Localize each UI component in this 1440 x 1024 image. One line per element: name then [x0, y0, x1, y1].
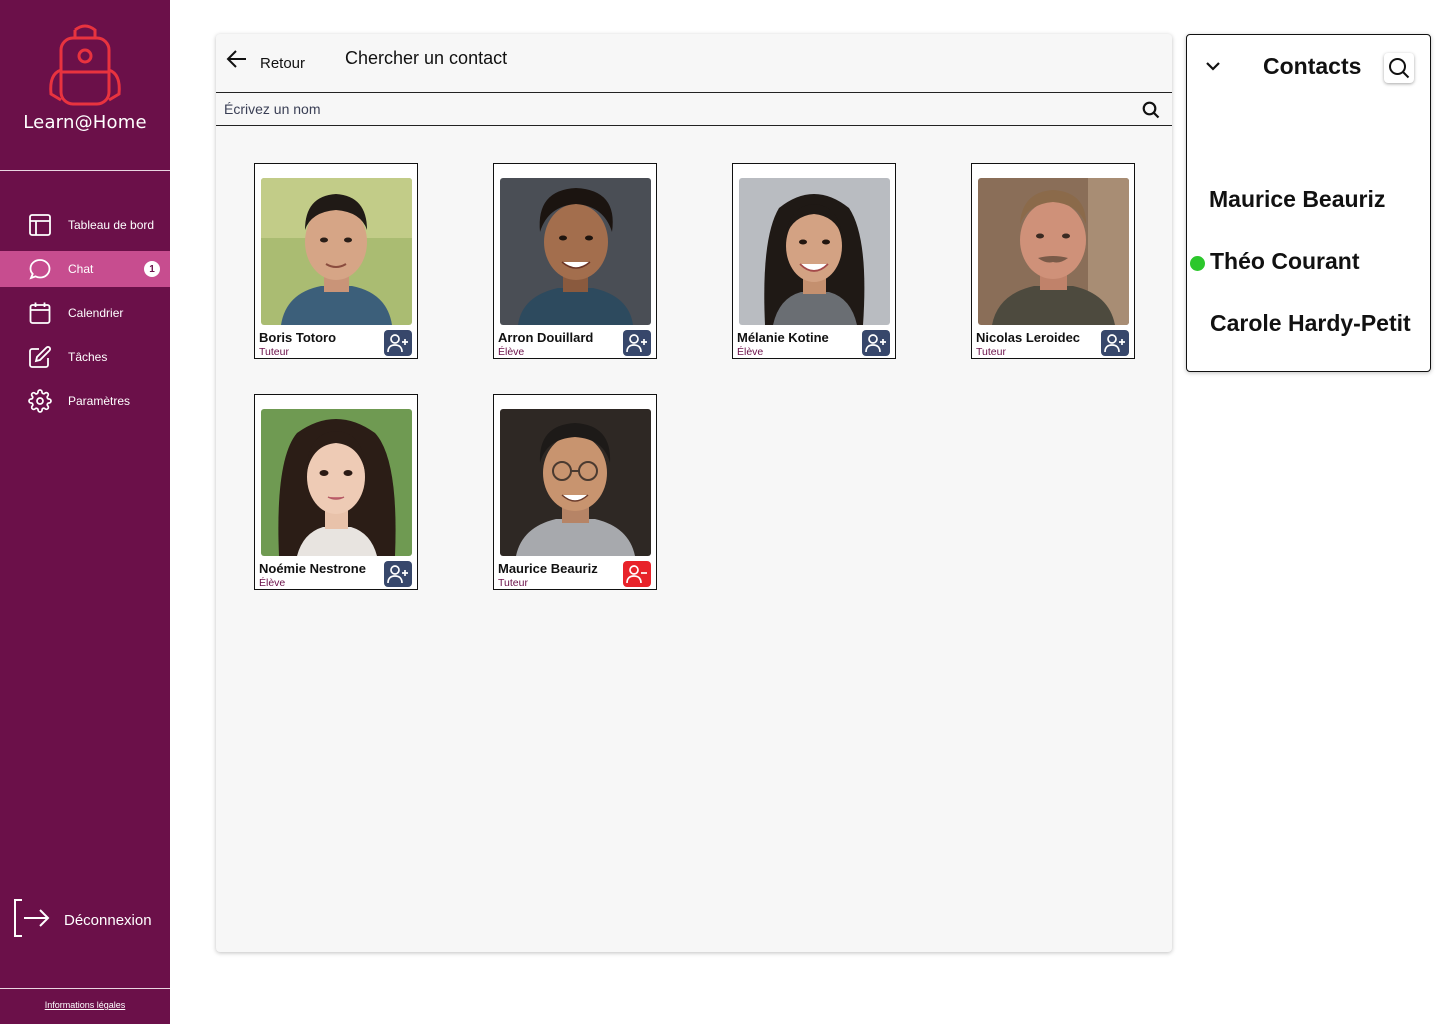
contact-role: Élève	[498, 346, 525, 358]
contact-card[interactable]: Noémie Nestrone Élève	[254, 394, 418, 590]
contact-card[interactable]: Arron Douillard Élève	[493, 163, 657, 359]
avatar-photo	[261, 409, 412, 556]
contact-name: Maurice Beauriz	[498, 561, 598, 576]
avatar-photo	[500, 409, 651, 556]
page-title: Chercher un contact	[345, 48, 508, 68]
online-status-dot	[1190, 256, 1205, 271]
contact-role: Élève	[737, 346, 764, 358]
backpack-icon	[49, 24, 121, 106]
add-contact-button[interactable]	[384, 330, 412, 356]
unread-badge: 1	[144, 261, 160, 277]
contact-role: Élève	[259, 577, 286, 589]
contact-name: Noémie Nestrone	[259, 561, 366, 576]
dashboard-icon	[28, 213, 52, 237]
sidebar: Learn@Home Tableau de bord Chat 1 Calend…	[0, 0, 170, 1024]
sidebar-item-label: Chat	[68, 262, 94, 276]
contact-name: Nicolas Leroidec	[976, 330, 1081, 345]
avatar-photo	[261, 178, 412, 325]
search-bar	[216, 92, 1172, 126]
sidebar-item-label: Paramètres	[68, 394, 131, 408]
avatar-photo	[500, 178, 651, 325]
search-input[interactable]	[224, 97, 1124, 121]
divider	[0, 170, 170, 171]
arrow-left-icon	[226, 48, 248, 75]
user-plus-icon	[387, 334, 408, 353]
user-plus-icon	[865, 334, 886, 353]
avatar-photo	[978, 178, 1129, 325]
user-plus-icon	[387, 565, 408, 584]
contacts-title: Contacts	[1263, 53, 1362, 79]
edit-icon	[28, 345, 52, 369]
contact-name: Boris Totoro	[259, 330, 337, 345]
sidebar-item-label: Tâches	[68, 350, 108, 364]
search-icon	[1389, 58, 1410, 79]
contact-list-item[interactable]: Maurice Beauriz	[1209, 186, 1385, 213]
sidebar-item-label: Calendrier	[68, 306, 124, 320]
sidebar-item-chat[interactable]: Chat 1	[0, 251, 170, 287]
add-contact-button[interactable]	[384, 561, 412, 587]
logout-icon	[12, 898, 50, 943]
app-logo[interactable]: Learn@Home	[0, 22, 170, 133]
contact-card[interactable]: Nicolas Leroidec Tuteur	[971, 163, 1135, 359]
app-name: Learn@Home	[23, 112, 147, 133]
user-plus-icon	[626, 334, 647, 353]
logout-button[interactable]: Déconnexion	[12, 898, 152, 943]
logout-label: Déconnexion	[64, 912, 152, 929]
add-contact-button[interactable]	[1101, 330, 1129, 356]
add-contact-button[interactable]	[862, 330, 890, 356]
sidebar-item-calendar[interactable]: Calendrier	[0, 295, 170, 331]
gear-icon	[28, 389, 52, 413]
contact-list-item[interactable]: Carole Hardy-Petit	[1210, 310, 1411, 337]
contact-card[interactable]: Mélanie Kotine Élève	[732, 163, 896, 359]
user-minus-icon	[626, 565, 647, 584]
back-button[interactable]: Retour	[226, 48, 305, 75]
contact-name: Arron Douillard	[498, 330, 594, 345]
sidebar-nav: Tableau de bord Chat 1 Calendrier Tâches	[0, 207, 170, 427]
contact-role: Tuteur	[259, 346, 289, 358]
sidebar-item-label: Tableau de bord	[68, 218, 155, 232]
user-plus-icon	[1104, 334, 1125, 353]
chevron-down-icon[interactable]	[1204, 57, 1222, 80]
contact-name: Mélanie Kotine	[737, 330, 829, 345]
add-contact-button[interactable]	[623, 330, 651, 356]
divider	[0, 988, 170, 989]
avatar-photo	[739, 178, 890, 325]
remove-contact-button[interactable]	[623, 561, 651, 587]
sidebar-item-tasks[interactable]: Tâches	[0, 339, 170, 375]
search-icon[interactable]	[1142, 101, 1160, 124]
contact-list-item[interactable]: Théo Courant	[1210, 248, 1360, 275]
contact-role: Tuteur	[976, 346, 1006, 358]
back-label: Retour	[260, 55, 306, 72]
search-contact-panel: Retour Chercher un contact Boris Totoro	[216, 34, 1172, 952]
sidebar-item-dashboard[interactable]: Tableau de bord	[0, 207, 170, 243]
sidebar-item-settings[interactable]: Paramètres	[0, 383, 170, 419]
contact-role: Tuteur	[498, 577, 528, 589]
contacts-search-button[interactable]	[1384, 53, 1414, 83]
panel-header: Retour Chercher un contact	[216, 34, 1172, 92]
contact-card[interactable]: Boris Totoro Tuteur	[254, 163, 418, 359]
calendar-icon	[28, 301, 52, 325]
chat-icon	[28, 257, 52, 281]
contacts-panel: Contacts Maurice Beauriz Théo Courant Ca…	[1186, 34, 1431, 372]
contact-card[interactable]: Maurice Beauriz Tuteur	[493, 394, 657, 590]
legal-link[interactable]: Informations légales	[0, 1000, 170, 1010]
